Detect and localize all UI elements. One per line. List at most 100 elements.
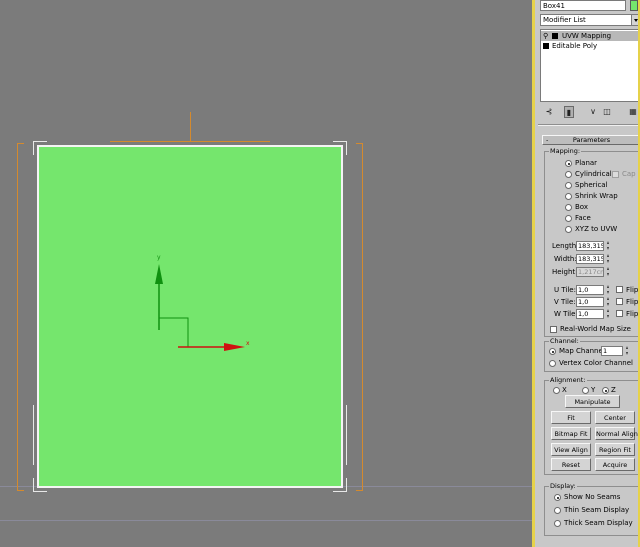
display-group-title: Display: — [549, 482, 577, 491]
pin-stack-icon[interactable]: ⊰ — [544, 106, 554, 118]
display-option-label: Thin Seam Display — [564, 506, 630, 514]
radio-align-y[interactable] — [582, 387, 589, 394]
length-spinner[interactable] — [606, 241, 611, 250]
width-input[interactable]: 183,315 — [576, 254, 604, 264]
height-spinner[interactable] — [606, 267, 611, 276]
selection-right-tick — [346, 405, 347, 465]
command-panel: Box41 Modifier List ⚲ UVW Mapping Editab… — [532, 0, 640, 547]
mapping-option-label: Spherical — [575, 181, 608, 189]
gizmo-top-edge — [110, 141, 270, 142]
show-end-result-icon[interactable]: ▮ — [564, 106, 574, 118]
w-flip-checkbox[interactable] — [616, 310, 623, 317]
parameters-rollout-header[interactable]: - Parameters — [542, 135, 640, 145]
modifier-label: Editable Poly — [552, 42, 598, 50]
align-y-label: Y — [591, 386, 596, 394]
v-flip-checkbox[interactable] — [616, 298, 623, 305]
modifier-label: UVW Mapping — [562, 32, 612, 40]
modifier-list-dropdown[interactable]: Modifier List — [540, 14, 640, 26]
map-channel-spinner[interactable] — [625, 346, 630, 355]
gizmo-left-bracket — [17, 143, 24, 491]
radio-align-z[interactable] — [602, 387, 609, 394]
width-spinner[interactable] — [606, 254, 611, 263]
radio-box[interactable] — [565, 204, 572, 211]
rollout-collapse-icon: - — [546, 136, 549, 144]
u-tile-spinner[interactable] — [606, 285, 611, 294]
length-label: Length: — [552, 242, 579, 250]
u-tile-label: U Tile: — [554, 286, 576, 294]
map-channel-input[interactable]: 1 — [601, 346, 623, 356]
vertex-color-channel-label: Vertex Color Channel — [559, 359, 633, 367]
configure-modifier-sets-icon[interactable]: ▦ — [628, 106, 638, 118]
acquire-button[interactable]: Acquire — [595, 458, 635, 471]
w-tile-label: W Tile: — [554, 310, 578, 318]
modifier-stack-list[interactable]: ⚲ UVW Mapping Editable Poly — [540, 29, 640, 102]
u-tile-input[interactable]: 1,0 — [576, 285, 604, 295]
radio-map-channel[interactable] — [549, 348, 556, 355]
normal-align-button[interactable]: Normal Align — [595, 427, 638, 440]
align-z-label: Z — [611, 386, 616, 394]
modify-panel: Box41 Modifier List ⚲ UVW Mapping Editab… — [538, 0, 640, 547]
height-input[interactable]: 1,217cm — [576, 267, 604, 277]
modifier-stack-item-uvw-mapping[interactable]: ⚲ UVW Mapping — [541, 31, 640, 41]
region-fit-button[interactable]: Region Fit — [595, 443, 635, 456]
modifier-stack-item-editable-poly[interactable]: Editable Poly — [541, 41, 640, 51]
v-tile-spinner[interactable] — [606, 297, 611, 306]
map-channel-label: Map Channel: — [559, 347, 608, 355]
radio-thin-seam-display[interactable] — [554, 507, 561, 514]
expand-icon[interactable] — [543, 43, 549, 49]
height-label: Height: — [552, 268, 578, 276]
object-color-swatch[interactable] — [630, 0, 638, 11]
mapping-option-label: Shrink Wrap — [575, 192, 618, 200]
mapping-option-label: Planar — [575, 159, 598, 167]
radio-show-no-seams[interactable] — [554, 494, 561, 501]
reset-button[interactable]: Reset — [551, 458, 591, 471]
gizmo-right-bracket — [356, 143, 363, 491]
rollout-title: Parameters — [572, 136, 611, 144]
radio-shrink-wrap[interactable] — [565, 193, 572, 200]
object-name-field[interactable]: Box41 — [540, 0, 626, 11]
fit-button[interactable]: Fit — [551, 411, 591, 424]
divider — [538, 125, 640, 126]
radio-face[interactable] — [565, 215, 572, 222]
length-input[interactable]: 183,315 — [576, 241, 604, 251]
flip-label: Flip — [626, 286, 639, 294]
w-tile-input[interactable]: 1,0 — [576, 309, 604, 319]
bitmap-fit-button[interactable]: Bitmap Fit — [551, 427, 591, 440]
display-option-label: Thick Seam Display — [564, 519, 633, 527]
mapping-option-label: XYZ to UVW — [575, 225, 618, 233]
expand-icon[interactable] — [552, 33, 558, 39]
mapping-group-title: Mapping: — [549, 147, 582, 156]
center-button[interactable]: Center — [595, 411, 635, 424]
radio-xyz-to-uvw[interactable] — [565, 226, 572, 233]
radio-cylindrical[interactable] — [565, 171, 572, 178]
grid-line — [0, 520, 532, 521]
remove-modifier-icon[interactable]: ◫ — [602, 106, 612, 118]
selection-left-tick — [33, 405, 34, 465]
mapping-option-label: Box — [575, 203, 589, 211]
flip-label: Flip — [626, 298, 639, 306]
w-tile-spinner[interactable] — [606, 309, 611, 318]
modifier-list-label: Modifier List — [543, 16, 586, 24]
uvw-mapped-plane[interactable] — [37, 145, 343, 488]
v-tile-label: V Tile: — [554, 298, 576, 306]
lightbulb-icon[interactable]: ⚲ — [543, 32, 548, 40]
viewport-perspective[interactable]: y x — [0, 0, 532, 547]
real-world-map-size-checkbox[interactable] — [550, 326, 557, 333]
v-tile-input[interactable]: 1,0 — [576, 297, 604, 307]
u-flip-checkbox[interactable] — [616, 286, 623, 293]
radio-thick-seam-display[interactable] — [554, 520, 561, 527]
gizmo-top-line — [190, 112, 191, 142]
manipulate-button[interactable]: Manipulate — [565, 395, 620, 408]
radio-planar[interactable] — [565, 160, 572, 167]
flip-label: Flip — [626, 310, 639, 318]
radio-spherical[interactable] — [565, 182, 572, 189]
align-x-label: X — [562, 386, 567, 394]
mapping-option-label: Face — [575, 214, 591, 222]
object-name-text: Box41 — [543, 2, 565, 10]
width-label: Width: — [554, 255, 577, 263]
make-unique-icon[interactable]: ∨ — [588, 106, 598, 118]
cap-checkbox[interactable] — [612, 171, 619, 178]
radio-align-x[interactable] — [553, 387, 560, 394]
view-align-button[interactable]: View Align — [551, 443, 591, 456]
radio-vertex-color-channel[interactable] — [549, 360, 556, 367]
